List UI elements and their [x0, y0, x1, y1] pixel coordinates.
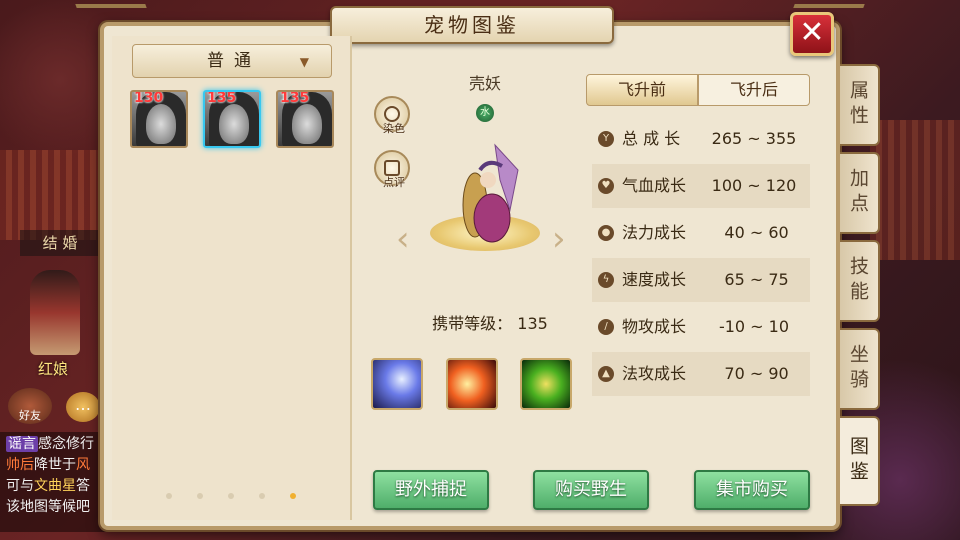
tab-attributes[interactable]: 属性	[840, 64, 880, 146]
close-icon: ✕	[799, 15, 825, 50]
npc-name: 红娘	[38, 360, 69, 378]
sword-icon: /	[598, 319, 614, 335]
stat-range: 265 ~ 355	[711, 129, 797, 148]
pet-level: 130	[134, 90, 164, 106]
comment-label: 点评	[383, 176, 405, 189]
tab-add-points[interactable]: 加点	[840, 152, 880, 234]
pet-name: 壳妖	[468, 74, 501, 93]
tab-skills[interactable]: 技能	[840, 240, 880, 322]
carry-level: 携带等级： 135	[420, 310, 560, 334]
stat-row: Y 总 成 长 265 ~ 355	[592, 117, 810, 161]
stat-name: 物攻成长	[622, 317, 687, 336]
stat-row: / 物攻成长 -10 ~ 10	[592, 305, 810, 349]
skill-slot[interactable]	[371, 358, 423, 410]
pet-card[interactable]: 130	[130, 90, 188, 148]
chevron-down-icon: ▼	[299, 55, 309, 69]
pet-model[interactable]	[440, 140, 540, 250]
flame-icon: ▲	[598, 366, 614, 382]
chat-line: 谣言 感念修行	[6, 434, 104, 455]
rumor-tag: 谣言	[6, 436, 38, 452]
stat-range: 65 ~ 75	[719, 270, 789, 289]
dye-label: 染色	[383, 122, 405, 135]
page-dot[interactable]	[197, 493, 203, 499]
frame-ornament	[75, 4, 155, 30]
lightning-icon: ϟ	[598, 272, 614, 288]
tab-before-ascension[interactable]: 飞升前	[586, 74, 698, 106]
ascension-tabs: 飞升前 飞升后	[586, 74, 812, 106]
carry-level-label: 携带等级：	[432, 314, 513, 333]
friends-label: 好友	[19, 409, 41, 422]
pet-face	[292, 104, 322, 144]
chat-highlight: 风	[76, 457, 90, 473]
stat-row: ♥ 气血成长 100 ~ 120	[592, 164, 810, 208]
tab-handbook[interactable]: 图鉴	[840, 416, 880, 506]
tab-after-ascension[interactable]: 飞升后	[698, 74, 810, 106]
pet-type-dropdown[interactable]: 普通 ▼	[132, 44, 332, 78]
page-dot[interactable]	[166, 493, 172, 499]
stat-row: ▲ 法攻成长 70 ~ 90	[592, 352, 810, 396]
chat-line: 该地图等候吧	[6, 497, 104, 518]
window-title: 宠物图鉴	[330, 6, 614, 44]
stat-range: 40 ~ 60	[719, 223, 789, 242]
growth-icon: Y	[598, 131, 614, 147]
chat-text: 该地图等候吧	[6, 499, 90, 515]
carry-level-value: 135	[517, 314, 548, 333]
chat-line: 帅后降世于风	[6, 455, 104, 476]
pet-level: 135	[207, 90, 237, 106]
chat-log[interactable]: 谣言 感念修行 帅后降世于风 可与文曲星答 该地图等候吧	[0, 432, 110, 532]
buy-wild-button[interactable]: 购买野生	[533, 470, 649, 510]
stat-range: 100 ~ 120	[711, 176, 797, 195]
prev-pet-arrow-icon[interactable]: ‹	[396, 222, 426, 256]
element-badge: 水	[476, 104, 494, 122]
next-pet-arrow-icon[interactable]: ›	[552, 222, 582, 256]
tab-mount[interactable]: 坐骑	[840, 328, 880, 410]
wild-capture-button[interactable]: 野外捕捉	[373, 470, 489, 510]
page-dot-active[interactable]	[290, 493, 296, 499]
comment-button[interactable]: 点评	[374, 150, 410, 189]
stat-name: 总 成 长	[622, 129, 681, 148]
stat-name: 速度成长	[622, 270, 687, 289]
pet-face	[146, 104, 176, 144]
chat-highlight: 文曲星	[34, 478, 76, 494]
skill-slot[interactable]	[446, 358, 498, 410]
page-indicator	[166, 484, 321, 503]
page-dot[interactable]	[228, 493, 234, 499]
drop-icon: ●	[598, 225, 614, 241]
stat-name: 法力成长	[622, 223, 687, 242]
chat-highlight: 帅后	[6, 457, 34, 473]
page-dot[interactable]	[259, 493, 265, 499]
stat-range: 70 ~ 90	[719, 364, 789, 383]
pet-card-selected[interactable]: 135	[203, 90, 261, 148]
chat-bubble-icon[interactable]: …	[66, 392, 100, 422]
stat-name: 气血成长	[622, 176, 687, 195]
chat-text: 降世于	[34, 457, 76, 473]
friends-icon[interactable]: 好友	[8, 388, 52, 424]
npc-plaque: 结 婚	[20, 230, 100, 256]
close-button[interactable]: ✕	[790, 12, 834, 56]
background-railing	[0, 150, 110, 240]
chat-text: 可与	[6, 478, 34, 494]
dropdown-value: 普通	[207, 51, 261, 71]
background-railing	[870, 120, 960, 260]
stat-row: ● 法力成长 40 ~ 60	[592, 211, 810, 255]
pet-face	[219, 104, 249, 144]
dye-button[interactable]: 染色	[374, 96, 410, 135]
pet-card[interactable]: 135	[276, 90, 334, 148]
pet-level: 135	[280, 90, 310, 106]
stat-range: -10 ~ 10	[718, 317, 790, 336]
chat-line: 可与文曲星答	[6, 476, 104, 497]
stat-name: 法攻成长	[622, 364, 687, 383]
heart-icon: ♥	[598, 178, 614, 194]
market-buy-button[interactable]: 集市购买	[694, 470, 810, 510]
chat-text: 感念修行	[38, 436, 94, 452]
stat-row: ϟ 速度成长 65 ~ 75	[592, 258, 810, 302]
chat-text: 答	[76, 478, 90, 494]
npc-figure[interactable]	[30, 270, 80, 355]
skill-slot[interactable]	[520, 358, 572, 410]
